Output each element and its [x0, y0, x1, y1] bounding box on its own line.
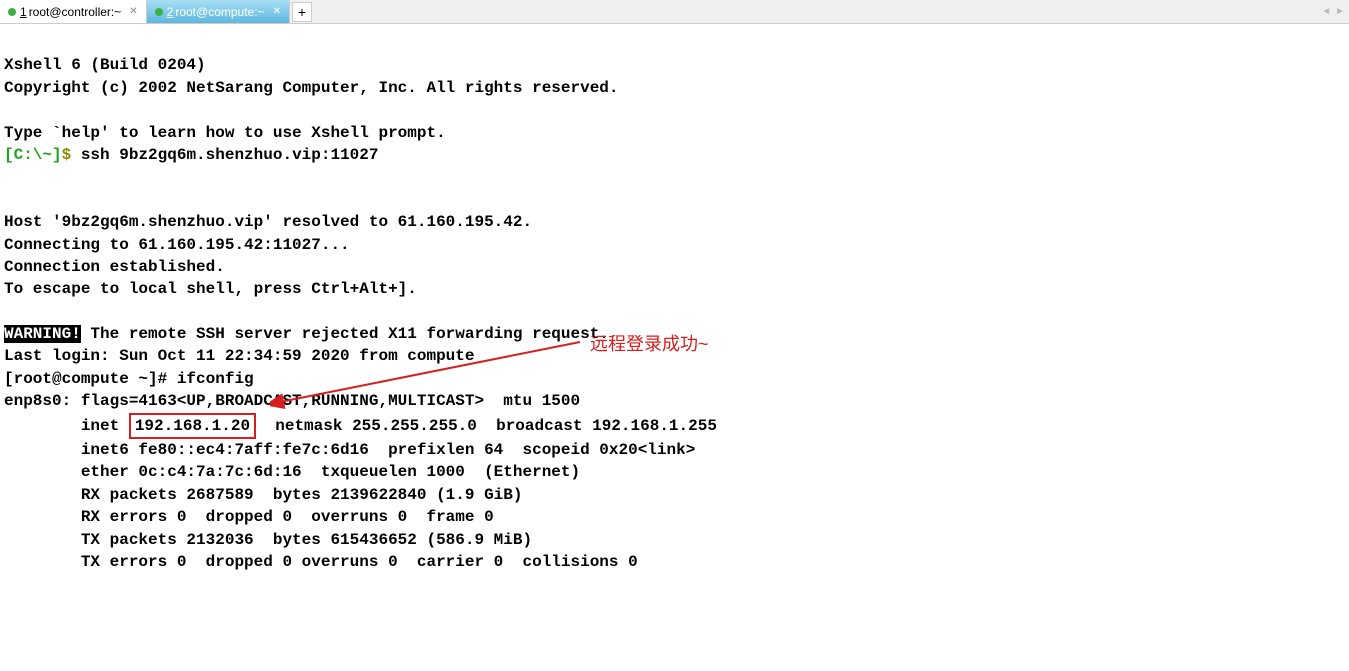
copyright: Copyright (c) 2002 NetSarang Computer, I… — [4, 79, 619, 97]
ifconfig-rx-packets: RX packets 2687589 bytes 2139622840 (1.9… — [4, 486, 522, 504]
ifconfig-rx-errors: RX errors 0 dropped 0 overruns 0 frame 0 — [4, 508, 494, 526]
status-dot-icon — [8, 8, 16, 16]
tab-bar: 1 root@controller:~ ✕ 2 root@compute:~ ✕… — [0, 0, 1349, 24]
tab-controller[interactable]: 1 root@controller:~ ✕ — [0, 0, 147, 23]
terminal-output[interactable]: Xshell 6 (Build 0204) Copyright (c) 2002… — [0, 24, 1349, 671]
ifconfig-tx-packets: TX packets 2132036 bytes 615436652 (586.… — [4, 531, 532, 549]
connecting: Connecting to 61.160.195.42:11027... — [4, 236, 350, 254]
status-dot-icon — [155, 8, 163, 16]
ifconfig-inet6: inet6 fe80::ec4:7aff:fe7c:6d16 prefixlen… — [4, 441, 695, 459]
shell-prompt: [root@compute ~]# ifconfig — [4, 370, 254, 388]
close-icon[interactable]: ✕ — [129, 6, 137, 17]
ifconfig-iface: enp8s0: flags=4163<UP,BROADCAST,RUNNING,… — [4, 392, 580, 410]
ifconfig-inet-post: netmask 255.255.255.0 broadcast 192.168.… — [256, 417, 717, 435]
annotation-success: 远程登录成功~ — [590, 332, 709, 357]
last-login: Last login: Sun Oct 11 22:34:59 2020 fro… — [4, 347, 474, 365]
tab-label: root@controller:~ — [29, 5, 122, 19]
chevron-left-icon[interactable]: ◄ — [1321, 6, 1331, 17]
host-resolved: Host '9bz2gq6m.shenzhuo.vip' resolved to… — [4, 213, 532, 231]
add-tab-button[interactable]: + — [292, 2, 312, 22]
ifconfig-ether: ether 0c:c4:7a:7c:6d:16 txqueuelen 1000 … — [4, 463, 580, 481]
tab-number: 2 — [167, 5, 174, 19]
tab-navigation: ◄ ► — [1321, 6, 1345, 17]
escape-hint: To escape to local shell, press Ctrl+Alt… — [4, 280, 417, 298]
warning-msg: The remote SSH server rejected X11 forwa… — [81, 325, 609, 343]
ifconfig-tx-errors: TX errors 0 dropped 0 overruns 0 carrier… — [4, 553, 638, 571]
warning-tag: WARNING! — [4, 325, 81, 343]
help-hint: Type `help' to learn how to use Xshell p… — [4, 124, 446, 142]
tab-compute[interactable]: 2 root@compute:~ ✕ — [147, 0, 290, 23]
xshell-version: Xshell 6 (Build 0204) — [4, 56, 206, 74]
close-icon[interactable]: ✕ — [273, 6, 281, 17]
ifconfig-inet-pre: inet — [4, 417, 129, 435]
tab-label: root@compute:~ — [175, 5, 264, 19]
ssh-command: ssh 9bz2gq6m.shenzhuo.vip:11027 — [81, 146, 379, 164]
local-prompt: [C:\~] — [4, 146, 62, 164]
tab-number: 1 — [20, 5, 27, 19]
connection-established: Connection established. — [4, 258, 225, 276]
ip-address-highlight: 192.168.1.20 — [129, 413, 256, 439]
prompt-dollar: $ — [62, 146, 72, 164]
chevron-right-icon[interactable]: ► — [1335, 6, 1345, 17]
